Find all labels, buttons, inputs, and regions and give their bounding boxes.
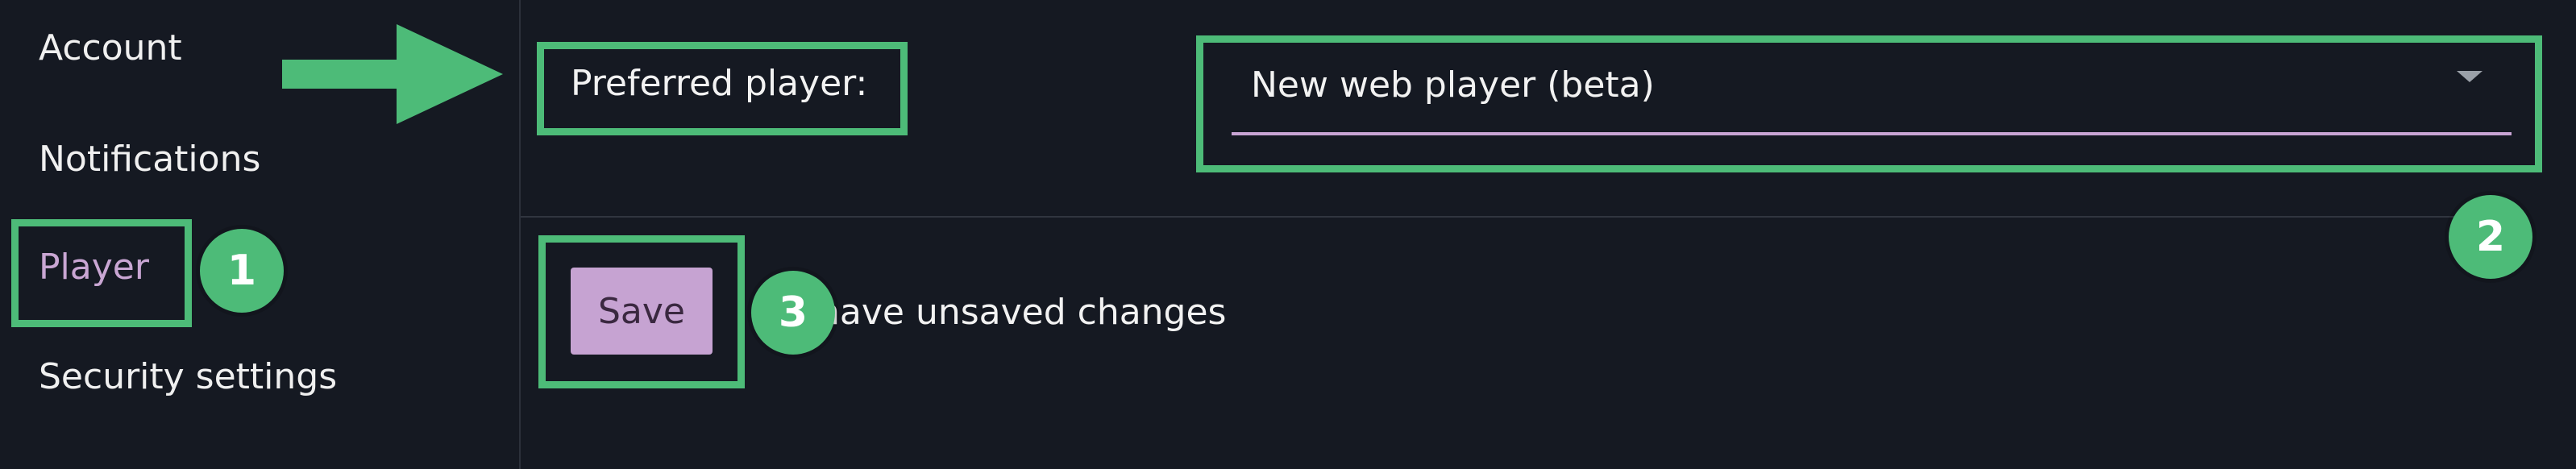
sidebar-item-notifications[interactable]: Notifications: [39, 137, 260, 182]
dropdown-caret-icon: [2457, 71, 2483, 82]
save-button[interactable]: Save: [571, 268, 713, 355]
annotation-badge-3: 3: [751, 271, 835, 355]
preferred-player-selected-value: New web player (beta): [1251, 64, 1655, 106]
preferred-player-label: Preferred player:: [571, 63, 868, 104]
section-divider: [521, 216, 2516, 218]
sidebar-item-player[interactable]: Player: [39, 245, 149, 290]
annotation-badge-1: 1: [200, 229, 284, 313]
sidebar-item-security-settings[interactable]: Security settings: [39, 355, 337, 400]
annotation-badge-2: 2: [2449, 195, 2532, 279]
arrow-right-icon: [282, 24, 503, 124]
sidebar-item-account[interactable]: Account: [39, 26, 182, 71]
preferred-player-select[interactable]: New web player (beta): [1232, 48, 2512, 135]
unsaved-changes-text: have unsaved changes: [817, 292, 1227, 333]
select-underline: [1232, 132, 2512, 135]
